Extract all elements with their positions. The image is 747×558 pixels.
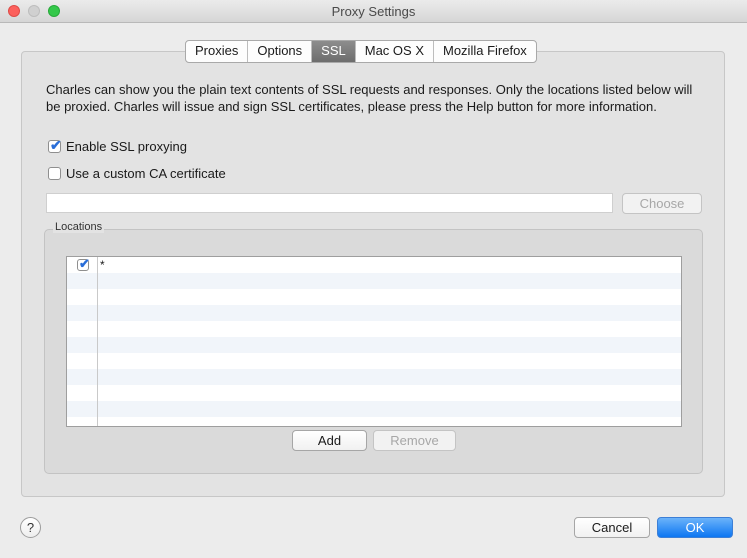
title-bar: Proxy Settings <box>0 0 747 23</box>
help-button[interactable]: ? <box>20 517 41 538</box>
tab-bar: Proxies Options SSL Mac OS X Mozilla Fir… <box>185 40 537 63</box>
list-row <box>67 385 681 401</box>
location-enabled-checkbox[interactable]: ✔ <box>77 256 90 271</box>
remove-button[interactable]: Remove <box>373 430 456 451</box>
list-row <box>67 369 681 385</box>
custom-ca-checkbox[interactable] <box>48 167 61 180</box>
ca-certificate-path-field[interactable] <box>46 193 613 213</box>
list-row <box>67 401 681 417</box>
checkmark-icon: ✔ <box>79 256 90 271</box>
locations-title: Locations <box>53 221 105 233</box>
window-title: Proxy Settings <box>331 4 416 19</box>
list-row <box>67 305 681 321</box>
enable-ssl-label[interactable]: Enable SSL proxying <box>66 139 187 154</box>
tab-ssl[interactable]: SSL <box>312 41 356 62</box>
column-divider <box>97 257 98 426</box>
choose-button[interactable]: Choose <box>622 193 702 214</box>
tab-mac-os-x[interactable]: Mac OS X <box>356 41 434 62</box>
list-row <box>67 289 681 305</box>
tab-mozilla-firefox[interactable]: Mozilla Firefox <box>434 41 536 62</box>
list-row <box>67 273 681 289</box>
list-row[interactable]: ✔ * <box>67 257 681 273</box>
tab-options[interactable]: Options <box>248 41 313 62</box>
location-text: * <box>100 258 105 272</box>
list-row <box>67 337 681 353</box>
tab-proxies[interactable]: Proxies <box>186 41 249 62</box>
list-row <box>67 321 681 337</box>
list-row <box>67 353 681 369</box>
ok-button[interactable]: OK <box>657 517 733 538</box>
custom-ca-label[interactable]: Use a custom CA certificate <box>66 166 226 181</box>
enable-ssl-checkbox[interactable]: ✔ <box>48 137 62 153</box>
checkmark-icon: ✔ <box>50 137 62 153</box>
ssl-description: Charles can show you the plain text cont… <box>46 82 693 114</box>
list-row <box>67 417 681 426</box>
locations-list[interactable]: ✔ * <box>66 256 682 427</box>
add-button[interactable]: Add <box>292 430 367 451</box>
cancel-button[interactable]: Cancel <box>574 517 650 538</box>
